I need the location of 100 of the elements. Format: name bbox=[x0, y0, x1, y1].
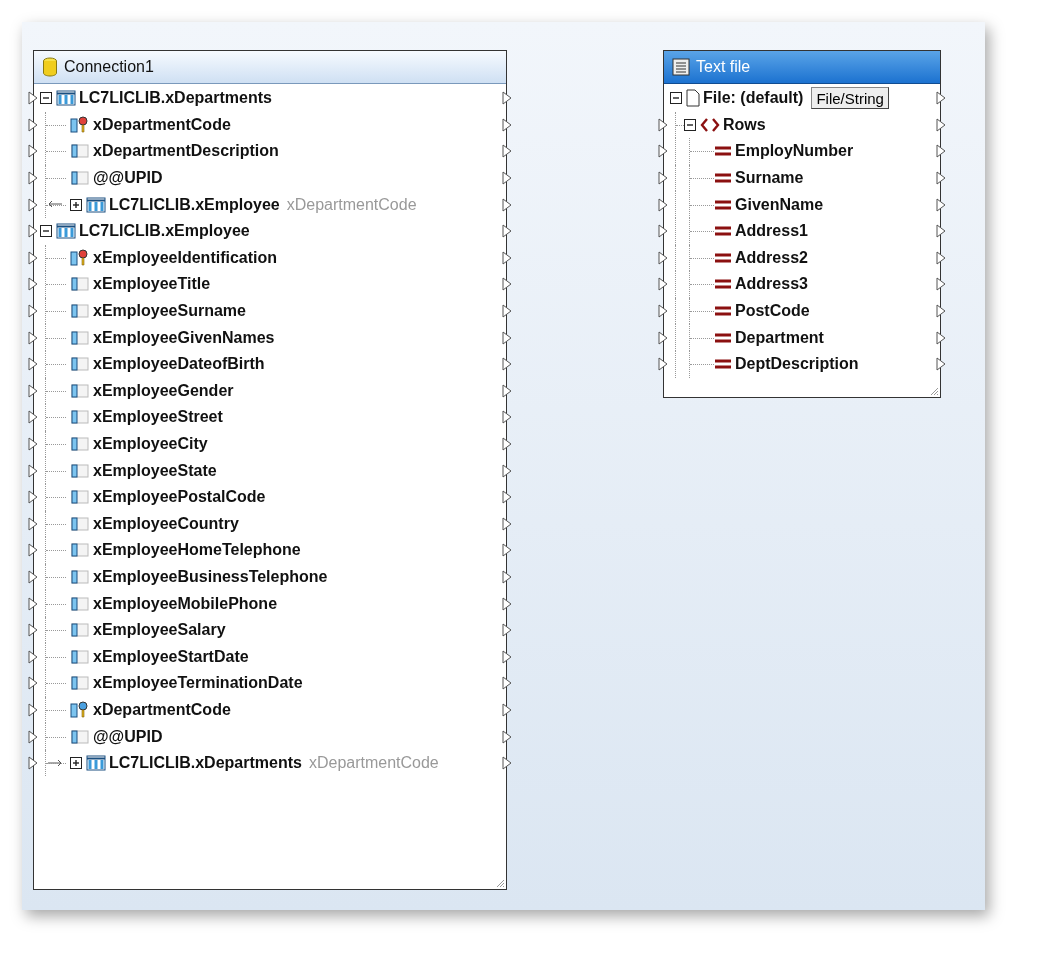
output-port-icon[interactable] bbox=[502, 623, 512, 638]
output-port-icon[interactable] bbox=[936, 304, 946, 319]
output-port-icon[interactable] bbox=[936, 224, 946, 239]
input-port-icon[interactable] bbox=[28, 357, 38, 372]
tree-item-label[interactable]: File: (default) bbox=[703, 89, 804, 108]
input-port-icon[interactable] bbox=[28, 756, 38, 771]
output-port-icon[interactable] bbox=[502, 330, 512, 345]
input-port-icon[interactable] bbox=[28, 171, 38, 186]
output-port-icon[interactable] bbox=[502, 357, 512, 372]
output-port-icon[interactable] bbox=[502, 756, 512, 771]
output-port-icon[interactable] bbox=[936, 277, 946, 292]
tree-item-label[interactable]: xEmployeeGender bbox=[93, 381, 234, 400]
tree-item-label[interactable]: xEmployeeTerminationDate bbox=[93, 674, 303, 693]
tree-item-label[interactable]: LC7LICLIB.xDepartments bbox=[109, 754, 302, 773]
input-port-icon[interactable] bbox=[28, 437, 38, 451]
output-port-icon[interactable] bbox=[502, 277, 512, 292]
input-port-icon[interactable] bbox=[658, 171, 668, 186]
collapse-icon[interactable] bbox=[40, 225, 52, 238]
output-port-icon[interactable] bbox=[502, 250, 512, 265]
collapse-icon[interactable] bbox=[670, 92, 682, 105]
output-port-icon[interactable] bbox=[502, 702, 512, 717]
output-port-icon[interactable] bbox=[936, 117, 946, 132]
output-port-icon[interactable] bbox=[502, 304, 512, 319]
input-port-icon[interactable] bbox=[28, 410, 38, 425]
input-port-icon[interactable] bbox=[28, 702, 38, 717]
resize-grip-icon[interactable] bbox=[929, 386, 939, 396]
tree-item-label[interactable]: Department bbox=[735, 328, 824, 347]
input-port-icon[interactable] bbox=[28, 197, 38, 212]
output-port-icon[interactable] bbox=[502, 224, 512, 239]
output-port-icon[interactable] bbox=[936, 144, 946, 159]
tree-item-label[interactable]: LC7LICLIB.xEmployee bbox=[109, 195, 280, 214]
input-port-icon[interactable] bbox=[28, 649, 38, 664]
output-port-icon[interactable] bbox=[936, 91, 946, 106]
input-port-icon[interactable] bbox=[28, 144, 38, 159]
tree-item-label[interactable]: @@UPID bbox=[93, 169, 163, 188]
input-port-icon[interactable] bbox=[28, 596, 38, 611]
input-port-icon[interactable] bbox=[28, 224, 38, 239]
tree-item-label[interactable]: LC7LICLIB.xEmployee bbox=[79, 222, 250, 241]
input-port-icon[interactable] bbox=[28, 490, 38, 505]
input-port-icon[interactable] bbox=[658, 224, 668, 239]
tree-item-label[interactable]: xEmployeePostalCode bbox=[93, 488, 266, 507]
output-port-icon[interactable] bbox=[502, 437, 512, 451]
input-port-icon[interactable] bbox=[28, 676, 38, 691]
tree-item-label[interactable]: GivenName bbox=[735, 195, 824, 214]
output-port-icon[interactable] bbox=[502, 543, 512, 558]
expand-icon[interactable] bbox=[70, 757, 82, 770]
input-port-icon[interactable] bbox=[28, 250, 38, 265]
output-port-icon[interactable] bbox=[502, 463, 512, 478]
tree-item-label[interactable]: xDepartmentCode bbox=[93, 115, 231, 134]
tree-item-label[interactable]: xEmployeeHomeTelephone bbox=[93, 541, 301, 560]
tree-item-label[interactable]: xEmployeeStreet bbox=[93, 408, 223, 427]
input-port-icon[interactable] bbox=[658, 144, 668, 159]
output-port-icon[interactable] bbox=[502, 197, 512, 212]
component-title-bar[interactable]: Connection1 bbox=[34, 51, 506, 84]
output-port-icon[interactable] bbox=[502, 729, 512, 744]
input-port-icon[interactable] bbox=[658, 277, 668, 292]
tree-item-label[interactable]: Address3 bbox=[735, 275, 808, 294]
tree-item-label[interactable]: PostCode bbox=[735, 302, 810, 321]
tree-item-label[interactable]: xEmployeeCountry bbox=[93, 514, 239, 533]
output-port-icon[interactable] bbox=[936, 197, 946, 212]
input-port-icon[interactable] bbox=[658, 250, 668, 265]
file-string-button[interactable]: File/String bbox=[811, 87, 889, 110]
input-port-icon[interactable] bbox=[658, 117, 668, 132]
tree-item-label[interactable]: xEmployeeGivenNames bbox=[93, 328, 275, 347]
tree-item-label[interactable]: xDepartmentDescription bbox=[93, 142, 279, 161]
input-port-icon[interactable] bbox=[28, 543, 38, 558]
collapse-icon[interactable] bbox=[40, 92, 52, 105]
tree-item-label[interactable]: Address1 bbox=[735, 222, 808, 241]
tree-item-label[interactable]: Surname bbox=[735, 169, 804, 188]
tree-item-label[interactable]: xEmployeeTitle bbox=[93, 275, 211, 294]
input-port-icon[interactable] bbox=[28, 91, 38, 106]
input-port-icon[interactable] bbox=[28, 623, 38, 638]
resize-grip-icon[interactable] bbox=[495, 878, 505, 888]
tree-item-label[interactable]: EmployNumber bbox=[735, 142, 854, 161]
tree-item-label[interactable]: @@UPID bbox=[93, 727, 163, 746]
tree-item-label[interactable]: xEmployeeBusinessTelephone bbox=[93, 568, 328, 586]
input-port-icon[interactable] bbox=[28, 117, 38, 132]
component-title-bar[interactable]: Text file bbox=[664, 51, 940, 84]
tree-item-label[interactable]: Address2 bbox=[735, 248, 808, 267]
output-port-icon[interactable] bbox=[936, 171, 946, 186]
input-port-icon[interactable] bbox=[28, 570, 38, 584]
tree-item-label[interactable]: Rows bbox=[723, 115, 766, 134]
output-port-icon[interactable] bbox=[936, 250, 946, 265]
tree-item-label[interactable]: xEmployeeState bbox=[93, 461, 217, 480]
collapse-icon[interactable] bbox=[684, 118, 696, 131]
input-port-icon[interactable] bbox=[658, 357, 668, 372]
output-port-icon[interactable] bbox=[502, 410, 512, 425]
output-port-icon[interactable] bbox=[502, 596, 512, 611]
tree-item-label[interactable]: xEmployeeCity bbox=[93, 435, 208, 453]
tree-item-label[interactable]: LC7LICLIB.xDepartments bbox=[79, 89, 272, 108]
tree-item-label[interactable]: xEmployeeDateofBirth bbox=[93, 355, 265, 374]
output-port-icon[interactable] bbox=[936, 357, 946, 372]
output-port-icon[interactable] bbox=[502, 171, 512, 186]
tree-item-label[interactable]: xDepartmentCode bbox=[93, 700, 231, 719]
output-port-icon[interactable] bbox=[502, 383, 512, 398]
input-port-icon[interactable] bbox=[28, 516, 38, 531]
expand-icon[interactable] bbox=[70, 198, 82, 211]
output-port-icon[interactable] bbox=[502, 516, 512, 531]
output-port-icon[interactable] bbox=[502, 676, 512, 691]
input-port-icon[interactable] bbox=[658, 304, 668, 319]
